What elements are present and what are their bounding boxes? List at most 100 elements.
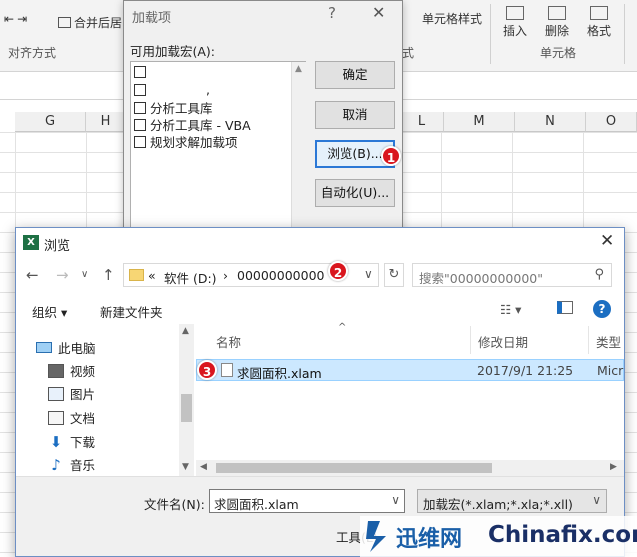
ok-button[interactable]: 确定 [315, 61, 395, 89]
nav-item-documents[interactable]: 文档 [48, 408, 95, 427]
scrollbar-thumb[interactable] [181, 394, 192, 422]
checkbox[interactable] [134, 83, 146, 96]
nav-item-videos[interactable]: 视频 [48, 361, 95, 380]
computer-icon [36, 342, 52, 353]
view-options-icon[interactable]: ☷ ▾ [500, 302, 521, 317]
forward-arrow-icon[interactable]: → [56, 266, 69, 284]
search-icon: ⚲ [594, 267, 604, 282]
path-prefix[interactable]: « [148, 268, 156, 283]
file-name: 求圆面积.xlam [237, 366, 322, 381]
scroll-left-icon[interactable]: ◀ [200, 462, 207, 472]
scroll-right-icon[interactable]: ▶ [610, 462, 617, 472]
help-icon[interactable]: ? [328, 4, 336, 22]
close-icon[interactable]: ✕ [600, 231, 614, 251]
browse-dialog: X 浏览 ✕ ← → ∨ ↑ « 软件 (D:) › 00000000000 ∨… [15, 227, 625, 557]
column-header-m[interactable]: M [444, 112, 515, 132]
column-header-l[interactable]: L [400, 112, 444, 132]
scroll-up-icon[interactable]: ▲ [182, 326, 189, 336]
preview-pane-icon[interactable] [557, 301, 573, 314]
nav-item-this-pc[interactable]: 此电脑 [36, 338, 96, 357]
close-icon[interactable]: ✕ [372, 3, 385, 22]
addin-item-solver[interactable]: 规划求解加载项 [134, 132, 238, 151]
insert-button[interactable]: 插入 [500, 6, 530, 39]
format-button[interactable]: 格式 [584, 6, 614, 39]
path-folder[interactable]: 00000000000 [237, 268, 324, 283]
nav-item-music[interactable]: ♪ 音乐 [48, 455, 95, 474]
filetype-select[interactable]: 加载宏(*.xlam;*.xla;*.xll) ∨ [417, 489, 607, 513]
cancel-button[interactable]: 取消 [315, 101, 395, 129]
column-type-header[interactable]: 类型 [596, 332, 621, 351]
command-toolbar: 组织 ▾ 新建文件夹 ☷ ▾ ? [16, 294, 624, 324]
download-icon: ⬇ [49, 432, 63, 451]
column-date-header[interactable]: 修改日期 [478, 332, 528, 351]
column-divider [470, 326, 471, 354]
nav-scrollbar[interactable]: ▲ ▼ [179, 324, 194, 476]
column-header-n[interactable]: N [515, 112, 586, 132]
nav-item-pictures[interactable]: 图片 [48, 384, 95, 403]
addin-item[interactable]: , [134, 82, 210, 97]
document-icon [48, 410, 64, 425]
checkbox[interactable] [134, 101, 146, 114]
nav-item-downloads[interactable]: ⬇ 下载 [48, 432, 95, 451]
path-drive[interactable]: 软件 (D:) [164, 268, 217, 287]
scrollbar-thumb[interactable] [216, 463, 492, 473]
music-icon: ♪ [51, 455, 61, 474]
help-icon[interactable]: ? [593, 300, 611, 318]
file-date: 2017/9/1 21:25 [477, 363, 574, 378]
filename-input[interactable]: 求圆面积.xlam ∨ [209, 489, 405, 513]
cell-styles-button[interactable]: 单元格样式 [422, 10, 482, 27]
checkbox[interactable] [134, 118, 146, 131]
addins-dialog-title: 加载项 [132, 11, 172, 26]
new-folder-button[interactable]: 新建文件夹 [100, 302, 163, 321]
scroll-down-icon[interactable]: ▼ [182, 462, 189, 472]
addins-dialog: 加载项 ? ✕ 可用加载宏(A): , 分析工具库 分析工具库 - VBA 规划… [123, 0, 403, 237]
indent-buttons[interactable]: ⇤ ⇥ [4, 12, 27, 26]
checkbox[interactable] [134, 66, 146, 78]
file-list-hscrollbar[interactable]: ◀ ▶ [196, 460, 624, 476]
scroll-up-icon[interactable]: ▲ [295, 64, 302, 74]
merge-center-button[interactable]: 合并后居 [58, 14, 122, 31]
navigation-pane: 此电脑 视频 图片 文档 ⬇ 下载 ♪ 音乐 ▲ ▼ [16, 324, 194, 476]
excel-app-icon: X [23, 235, 39, 250]
step-badge-3: 3 [197, 360, 217, 380]
back-arrow-icon[interactable]: ← [26, 266, 39, 284]
recent-locations-chevron-icon[interactable]: ∨ [81, 269, 88, 280]
step-badge-1: 1 [381, 146, 401, 166]
watermark-en: Chinafix.com [488, 522, 637, 548]
file-row[interactable]: 求圆面积.xlam 2017/9/1 21:25 Micr [196, 359, 624, 381]
addin-item[interactable] [134, 66, 150, 78]
column-header-h[interactable]: H [86, 112, 126, 132]
column-header-g[interactable]: G [15, 112, 86, 132]
cells-group-label: 单元格 [540, 46, 577, 60]
search-input[interactable]: 搜索"00000000000" ⚲ [412, 263, 612, 287]
picture-icon [48, 386, 64, 401]
delete-icon [548, 6, 566, 20]
checkbox[interactable] [134, 135, 146, 148]
ribbon-separator [624, 4, 625, 64]
chevron-down-icon[interactable]: ∨ [391, 493, 400, 507]
sort-ascending-icon: ^ [338, 322, 347, 333]
alignment-group-label: 对齐方式 [8, 46, 57, 60]
refresh-icon[interactable]: ↻ [384, 263, 404, 287]
increase-indent-icon: ⇥ [17, 12, 28, 26]
file-list-pane: 名称 ^ 修改日期 类型 求圆面积.xlam 2017/9/1 21:25 Mi… [196, 322, 624, 476]
browse-dialog-title: 浏览 [44, 239, 71, 254]
decrease-indent-icon: ⇤ [4, 12, 15, 26]
organize-button[interactable]: 组织 ▾ [32, 302, 67, 321]
xlam-file-icon [221, 363, 233, 377]
list-scrollbar[interactable]: ▲ [291, 62, 306, 236]
merge-icon [58, 17, 71, 28]
insert-icon [506, 6, 524, 20]
chevron-down-icon[interactable]: ∨ [592, 493, 601, 507]
format-icon [590, 6, 608, 20]
column-name-header[interactable]: 名称 [216, 332, 241, 351]
delete-button[interactable]: 删除 [542, 6, 572, 39]
up-arrow-icon[interactable]: ↑ [102, 266, 115, 284]
folder-icon [129, 269, 144, 281]
chinafix-logo-icon [366, 521, 386, 552]
column-header-o[interactable]: O [586, 112, 637, 132]
automation-button[interactable]: 自动化(U)... [315, 179, 395, 207]
path-separator[interactable]: › [223, 268, 228, 283]
addins-list[interactable]: , 分析工具库 分析工具库 - VBA 规划求解加载项 ▲ [130, 61, 306, 237]
chevron-down-icon[interactable]: ∨ [364, 267, 373, 281]
